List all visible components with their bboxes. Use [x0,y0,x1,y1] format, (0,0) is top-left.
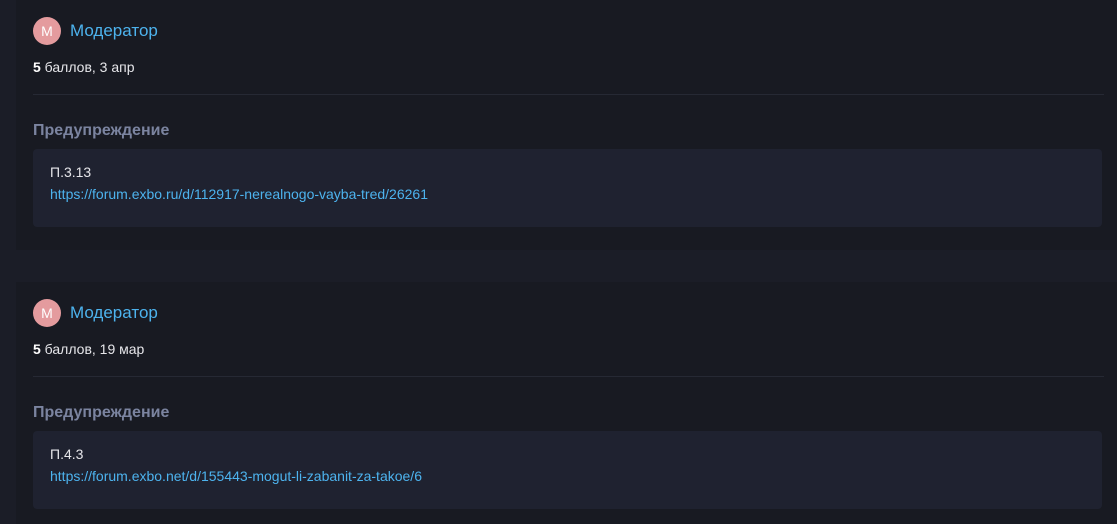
points-date-text: баллов, 3 апр [40,59,135,75]
divider [33,94,1104,95]
divider [33,376,1104,377]
warning-card: M Модератор 5 баллов, 3 апр Предупрежден… [16,0,1117,250]
rule-reference: П.3.13 [50,164,92,180]
points-date-text: баллов, 19 мар [40,341,145,357]
reason-box: П.4.3 https://forum.exbo.net/d/155443-mo… [33,431,1102,509]
reason-box: П.3.13 https://forum.exbo.ru/d/112917-ne… [33,149,1102,227]
rule-reference: П.4.3 [50,446,84,462]
reason-link[interactable]: https://forum.exbo.ru/d/112917-nerealnog… [50,186,428,202]
points-value: 5 [33,341,41,357]
warning-title: Предупреждение [33,122,170,139]
author-row: M Модератор [33,17,158,45]
author-row: M Модератор [33,299,158,327]
warning-card: M Модератор 5 баллов, 19 мар Предупрежде… [16,282,1117,524]
warning-meta: 5 баллов, 3 апр [33,59,135,75]
author-name-link[interactable]: Модератор [70,303,158,323]
points-value: 5 [33,59,41,75]
warning-title: Предупреждение [33,404,170,421]
author-name-link[interactable]: Модератор [70,21,158,41]
avatar[interactable]: M [33,17,61,45]
reason-link[interactable]: https://forum.exbo.net/d/155443-mogut-li… [50,468,422,484]
warning-meta: 5 баллов, 19 мар [33,341,144,357]
avatar[interactable]: M [33,299,61,327]
